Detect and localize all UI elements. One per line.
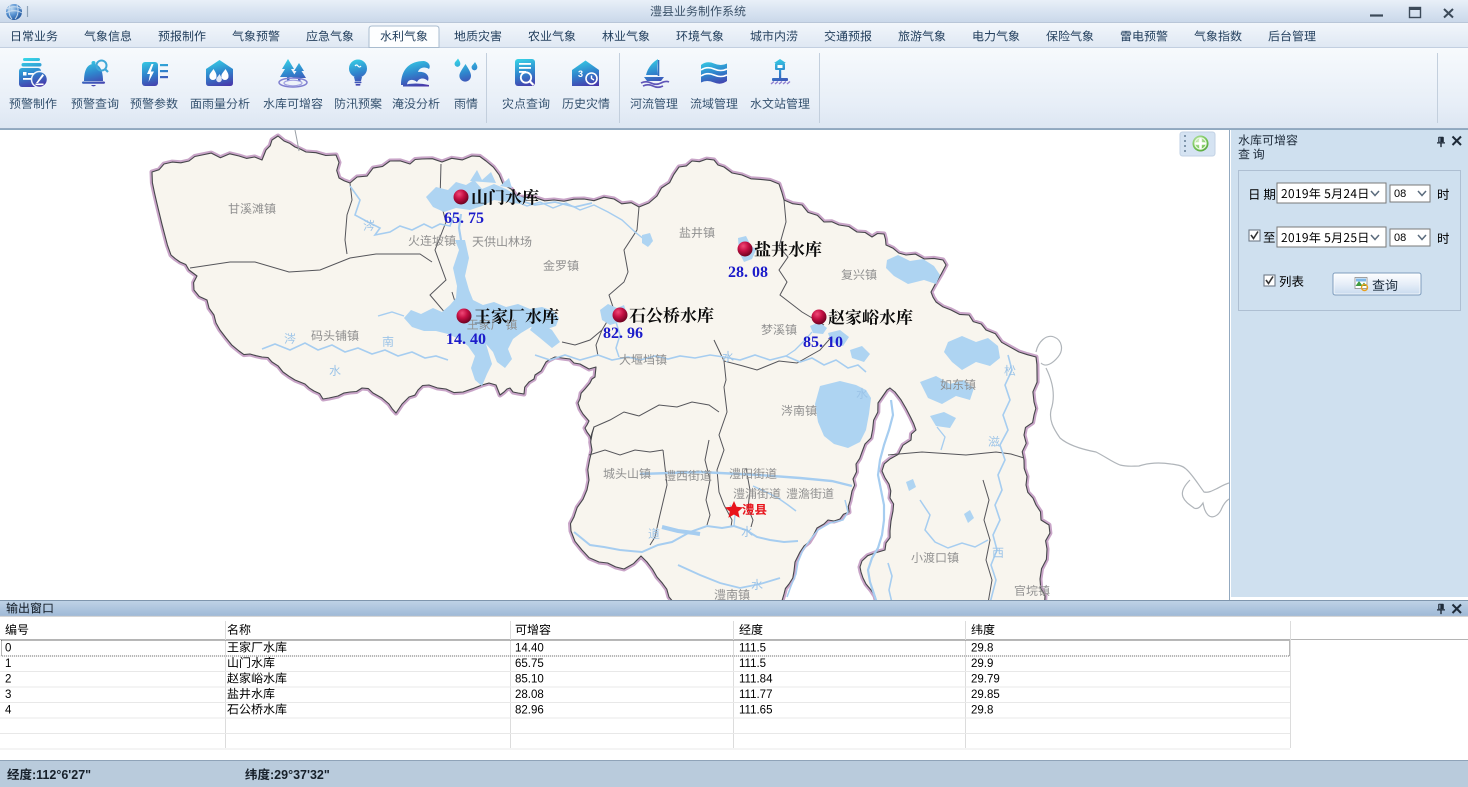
svg-text:29.79: 29.79: [971, 674, 1000, 686]
svg-text:3: 3: [578, 69, 583, 79]
svg-text:29.8: 29.8: [971, 705, 993, 717]
svg-text:3: 3: [5, 689, 11, 701]
svg-text:29.85: 29.85: [971, 689, 1000, 701]
svg-text:28.08: 28.08: [515, 689, 544, 701]
svg-text:82.96: 82.96: [515, 705, 544, 717]
svg-text:111.77: 111.77: [739, 689, 772, 701]
svg-text:111.5: 111.5: [739, 658, 766, 670]
svg-text:08: 08: [1394, 188, 1406, 200]
svg-text:111.5: 111.5: [739, 643, 766, 655]
svg-text:65.75: 65.75: [515, 658, 544, 670]
svg-text::112°6'27": :112°6'27": [32, 768, 91, 782]
svg-text:1: 1: [5, 658, 11, 670]
svg-text:0: 0: [5, 643, 11, 655]
svg-text:85.10: 85.10: [515, 674, 544, 686]
svg-text:4: 4: [5, 705, 12, 717]
svg-text:14. 40: 14. 40: [446, 331, 486, 348]
svg-text:29.8: 29.8: [971, 643, 993, 655]
svg-text:85. 10: 85. 10: [803, 334, 843, 351]
svg-text:29.9: 29.9: [971, 658, 993, 670]
svg-text:08: 08: [1394, 232, 1406, 244]
svg-text:82. 96: 82. 96: [603, 325, 643, 342]
svg-text:2: 2: [5, 674, 11, 686]
svg-text:111.84: 111.84: [739, 674, 773, 686]
svg-text:111.65: 111.65: [739, 705, 772, 717]
svg-text::29°37'32": :29°37'32": [270, 768, 330, 782]
svg-text:65. 75: 65. 75: [444, 210, 484, 227]
svg-text:14.40: 14.40: [515, 643, 544, 655]
svg-text:28. 08: 28. 08: [728, 264, 768, 281]
